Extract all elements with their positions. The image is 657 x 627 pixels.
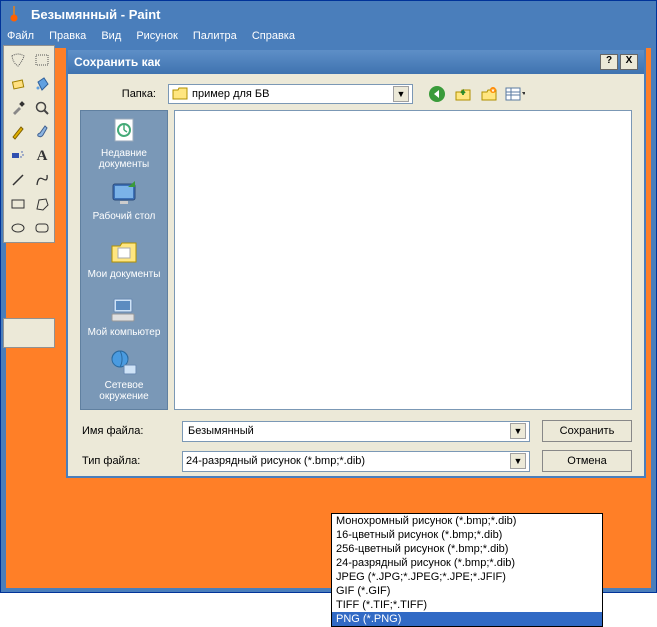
- nav-up-icon[interactable]: [453, 84, 473, 104]
- tool-polygon[interactable]: [30, 192, 54, 216]
- filetype-label: Тип файла:: [80, 455, 170, 467]
- filetype-combo[interactable]: 24-разрядный рисунок (*.bmp;*.dib) ▼: [182, 451, 530, 472]
- filetype-option[interactable]: JPEG (*.JPG;*.JPEG;*.JPE;*.JFIF): [332, 570, 602, 584]
- tool-fill[interactable]: [30, 72, 54, 96]
- cancel-button[interactable]: Отмена: [542, 450, 632, 472]
- filetype-option[interactable]: TIFF (*.TIF;*.TIFF): [332, 598, 602, 612]
- place-desktop[interactable]: Рабочий стол: [82, 171, 166, 229]
- place-network-label: Сетевое окружение: [82, 380, 166, 402]
- desktop-icon: [108, 178, 140, 210]
- tool-palette: A: [3, 45, 55, 243]
- tool-options-panel: [3, 318, 55, 348]
- place-mycomp-label: Мой компьютер: [88, 327, 161, 338]
- tool-rectangle[interactable]: [6, 192, 30, 216]
- place-recent-label: Недавние документы: [82, 148, 166, 170]
- paint-app-icon: [9, 6, 25, 22]
- nav-newfolder-icon[interactable]: ★: [479, 84, 499, 104]
- filetype-chevron-icon[interactable]: ▼: [510, 453, 526, 469]
- dialog-title-text: Сохранить как: [74, 55, 160, 69]
- tool-pencil[interactable]: [6, 120, 30, 144]
- filetype-option[interactable]: GIF (*.GIF): [332, 584, 602, 598]
- dialog-titlebar: Сохранить как ? X: [68, 50, 644, 74]
- mycomp-icon: [108, 294, 140, 326]
- menu-edit[interactable]: Правка: [49, 30, 86, 42]
- place-mydocs[interactable]: Мои документы: [82, 229, 166, 287]
- recent-docs-icon: [108, 115, 140, 147]
- save-in-combo[interactable]: пример для БВ ▼: [168, 84, 413, 104]
- save-button[interactable]: Сохранить: [542, 420, 632, 442]
- tool-line[interactable]: [6, 168, 30, 192]
- svg-text:★: ★: [491, 88, 496, 94]
- tool-magnifier[interactable]: [30, 96, 54, 120]
- menu-image[interactable]: Рисунок: [136, 30, 178, 42]
- tool-text[interactable]: A: [30, 144, 54, 168]
- canvas-area: A Сохранить как ? X Папка:: [6, 48, 651, 588]
- filename-input[interactable]: [186, 423, 510, 440]
- tool-airbrush[interactable]: [6, 144, 30, 168]
- places-bar: Недавние документы Рабочий стол Мои доку…: [80, 110, 168, 410]
- place-mydocs-label: Мои документы: [88, 269, 161, 280]
- window-titlebar: Безымянный - Paint: [1, 1, 656, 27]
- menubar: Файл Правка Вид Рисунок Палитра Справка: [1, 27, 656, 48]
- filename-history-chevron-icon[interactable]: ▼: [510, 423, 526, 439]
- place-recent[interactable]: Недавние документы: [82, 113, 166, 171]
- menu-help[interactable]: Справка: [252, 30, 295, 42]
- filetype-value: 24-разрядный рисунок (*.bmp;*.dib): [186, 455, 510, 467]
- nav-back-icon[interactable]: [427, 84, 447, 104]
- place-network[interactable]: Сетевое окружение: [82, 345, 166, 403]
- tool-rect-select[interactable]: [30, 48, 54, 72]
- folder-icon: [172, 87, 188, 101]
- tool-rounded-rect[interactable]: [30, 216, 54, 240]
- filetype-option[interactable]: PNG (*.PNG): [332, 612, 602, 626]
- chevron-down-icon[interactable]: ▼: [393, 86, 409, 102]
- save-in-value: пример для БВ: [192, 88, 393, 100]
- filetype-option[interactable]: 24-разрядный рисунок (*.bmp;*.dib): [332, 556, 602, 570]
- save-as-dialog: Сохранить как ? X Папка: пример для БВ ▼: [66, 48, 646, 478]
- network-icon: [108, 347, 140, 379]
- dialog-close-button[interactable]: X: [620, 54, 638, 70]
- filetype-option[interactable]: 256-цветный рисунок (*.bmp;*.dib): [332, 542, 602, 556]
- filetype-option[interactable]: Монохромный рисунок (*.bmp;*.dib): [332, 514, 602, 528]
- tool-freeform-select[interactable]: [6, 48, 30, 72]
- file-list-pane[interactable]: [174, 110, 632, 410]
- filename-input-wrap: ▼: [182, 421, 530, 442]
- tool-brush[interactable]: [30, 120, 54, 144]
- place-mycomp[interactable]: Мой компьютер: [82, 287, 166, 345]
- filetype-dropdown-list: Монохромный рисунок (*.bmp;*.dib)16-цвет…: [331, 513, 603, 627]
- filename-label: Имя файла:: [80, 425, 170, 437]
- window-title: Безымянный - Paint: [31, 7, 160, 22]
- tool-ellipse[interactable]: [6, 216, 30, 240]
- place-desktop-label: Рабочий стол: [93, 211, 156, 222]
- menu-view[interactable]: Вид: [101, 30, 121, 42]
- nav-views-icon[interactable]: [505, 84, 525, 104]
- menu-palette[interactable]: Палитра: [193, 30, 237, 42]
- save-in-label: Папка:: [80, 88, 160, 100]
- tool-eraser[interactable]: [6, 72, 30, 96]
- mydocs-icon: [108, 236, 140, 268]
- tool-curve[interactable]: [30, 168, 54, 192]
- tool-eyedropper[interactable]: [6, 96, 30, 120]
- filetype-option[interactable]: 16-цветный рисунок (*.bmp;*.dib): [332, 528, 602, 542]
- menu-file[interactable]: Файл: [7, 30, 34, 42]
- dialog-help-button[interactable]: ?: [600, 54, 618, 70]
